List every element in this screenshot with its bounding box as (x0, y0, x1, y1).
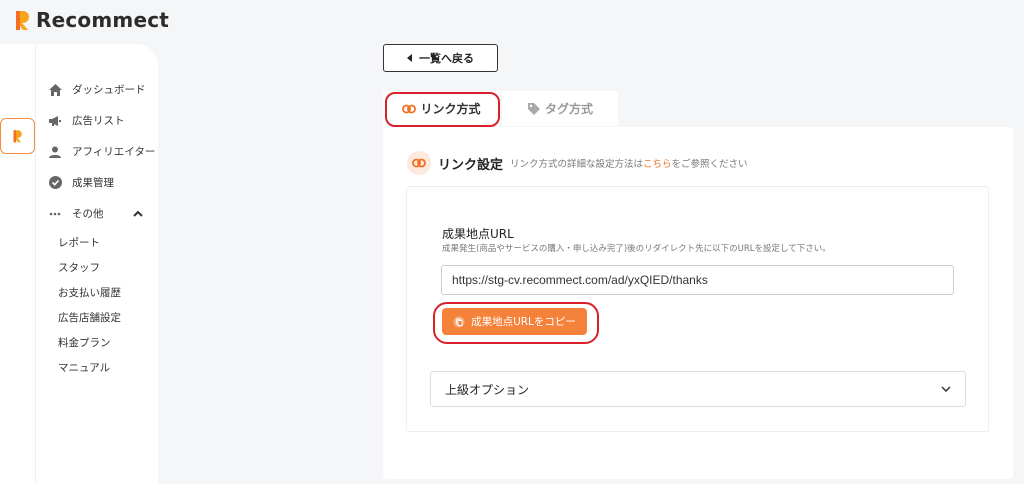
sidebar-subitem-pricing[interactable]: 料金プラン (58, 335, 111, 350)
section-title: リンク設定 (438, 157, 504, 173)
sidebar-item-label: ダッシュボード (72, 84, 146, 96)
back-button-label: 一覧へ戻る (419, 52, 474, 65)
sidebar-subitem-staff[interactable]: スタッフ (58, 260, 100, 275)
conversion-url-input[interactable] (441, 265, 954, 295)
sidebar: ダッシュボード 広告リスト アフィリエイター 成果管理 その他 レポート スタッ… (36, 44, 158, 484)
sidebar-subitem-manual[interactable]: マニュアル (58, 360, 110, 375)
logo-mark-small-icon (13, 130, 22, 143)
field-help-text: 成果発生(商品やサービスの購入・申し込み完了)後のリダイレクト先に以下のURLを… (442, 244, 831, 254)
desc-text: リンク方式の詳細な設定方法は (510, 159, 644, 170)
field-label: 成果地点URL (442, 227, 514, 241)
sidebar-item-label: アフィリエイター (72, 146, 156, 158)
app-logo[interactable]: Recommect (14, 8, 169, 32)
desc-text-end: をご参照ください (671, 159, 748, 170)
tab-link-method[interactable]: リンク方式 (383, 91, 500, 126)
megaphone-icon (48, 114, 62, 128)
back-to-list-button[interactable]: 一覧へ戻る (383, 44, 498, 72)
copy-button-label: 成果地点URLをコピー (471, 316, 576, 328)
caret-left-icon (407, 54, 412, 62)
app-name: Recommect (36, 8, 170, 32)
more-icon (48, 207, 62, 221)
chevron-down-icon (941, 386, 951, 392)
advanced-options-accordion[interactable]: 上級オプション (430, 371, 966, 407)
link-icon (402, 104, 417, 113)
sidebar-subitem-store-settings[interactable]: 広告店舗設定 (58, 310, 121, 325)
sidebar-item-results[interactable]: 成果管理 (48, 175, 114, 190)
tab-label: リンク方式 (420, 102, 481, 116)
sidebar-item-others[interactable]: その他 (48, 206, 104, 221)
tag-icon (527, 102, 540, 115)
sidebar-item-dashboard[interactable]: ダッシュボード (48, 82, 146, 97)
section-description: リンク方式の詳細な設定方法はこちらをご参照ください (510, 156, 748, 170)
tab-label: タグ方式 (544, 102, 593, 116)
sidebar-item-ad-list[interactable]: 広告リスト (48, 113, 125, 128)
sidebar-item-affiliators[interactable]: アフィリエイター (48, 144, 155, 159)
copy-icon (453, 316, 465, 327)
sidebar-subitem-report[interactable]: レポート (58, 235, 100, 250)
person-icon (48, 145, 62, 159)
tab-tag-method[interactable]: タグ方式 (502, 91, 618, 126)
rail-home-button[interactable] (0, 118, 35, 154)
sidebar-rail (0, 44, 36, 484)
sidebar-subitem-payment-history[interactable]: お支払い履歴 (58, 285, 121, 300)
logo-mark-icon (16, 11, 29, 30)
advanced-options-label: 上級オプション (445, 382, 530, 397)
sidebar-item-label: 広告リスト (72, 115, 125, 127)
check-circle-icon (48, 176, 62, 190)
sidebar-item-label: 成果管理 (72, 177, 114, 189)
home-icon (48, 83, 62, 97)
chevron-up-icon[interactable] (132, 209, 144, 219)
sidebar-item-label: その他 (72, 208, 104, 220)
copy-url-button[interactable]: 成果地点URLをコピー (442, 308, 587, 335)
link-settings-icon (407, 151, 431, 175)
section-header: リンク設定 リンク方式の詳細な設定方法はこちらをご参照ください (407, 151, 748, 175)
help-link[interactable]: こちら (643, 159, 672, 170)
